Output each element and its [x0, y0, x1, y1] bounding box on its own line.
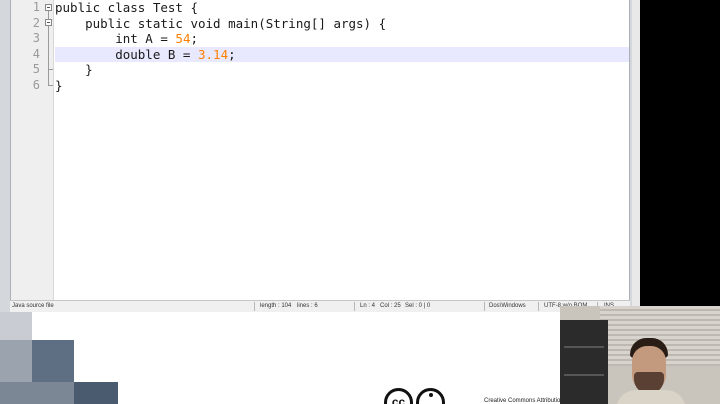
decorative-block — [74, 382, 118, 404]
number-literal: 54 — [175, 31, 191, 46]
code-line[interactable]: public static void main(String[] args) { — [55, 16, 629, 32]
status-col: Col : 25 — [380, 303, 401, 309]
decorative-block — [0, 382, 74, 404]
code-token: double B = — [55, 46, 198, 62]
code-token: } — [55, 77, 63, 93]
notepad-plus-plus-window: 1 2 3 4 5 6 public class Test { public s… — [0, 0, 632, 312]
fold-toggle-icon[interactable] — [45, 19, 52, 26]
code-line[interactable]: } — [55, 62, 629, 78]
code-token: } — [55, 62, 93, 77]
code-editor[interactable]: 1 2 3 4 5 6 public class Test { public s… — [10, 0, 630, 300]
cabinet-drawer — [564, 346, 604, 348]
fold-line — [48, 69, 49, 85]
code-line[interactable]: int A = 54; — [55, 31, 629, 47]
presenter-shirt — [616, 390, 686, 404]
webcam-overlay — [560, 306, 720, 404]
line-number: 3 — [32, 31, 40, 45]
status-ln: Ln : 4 — [360, 303, 376, 309]
number-literal: 3.14 — [198, 46, 229, 62]
license-text: Creative Commons Attribution — [484, 398, 564, 404]
fold-end-marker — [48, 85, 53, 86]
status-length: length : 104 — [260, 303, 292, 309]
code-line[interactable]: double B = 3.14; — [55, 46, 629, 62]
status-separator — [538, 302, 539, 311]
status-file-type: Java source file — [12, 303, 54, 309]
code-line[interactable]: public class Test { — [55, 0, 629, 16]
status-bar: Java source file length : 104 lines : 6 … — [10, 300, 630, 312]
cabinet-drawer — [564, 374, 604, 376]
fold-margin — [45, 0, 55, 300]
line-number: 1 — [32, 0, 40, 14]
slide-background — [0, 312, 640, 404]
line-number: 5 — [32, 62, 40, 76]
decorative-block — [32, 340, 74, 382]
line-number: 6 — [32, 77, 40, 92]
line-number: 4 — [32, 46, 40, 61]
status-sel: Sel : 0 | 0 — [405, 303, 431, 309]
decorative-block — [0, 340, 32, 382]
fold-toggle-icon[interactable] — [45, 4, 52, 11]
decorative-block — [0, 312, 32, 340]
status-lines: lines : 6 — [297, 303, 318, 309]
code-token: int A = — [55, 31, 176, 46]
lecture-slide: 1 2 3 4 5 6 public class Test { public s… — [0, 0, 640, 404]
line-number: 2 — [32, 15, 40, 30]
status-separator — [484, 302, 485, 311]
status-separator — [254, 302, 255, 311]
code-line[interactable]: } — [55, 78, 629, 94]
code-token: ; — [228, 46, 236, 62]
filing-cabinet — [560, 320, 608, 404]
code-token: public class Test { — [55, 0, 198, 15]
status-separator — [354, 302, 355, 311]
code-token: public static void main(String[] args) { — [55, 15, 387, 31]
fold-line — [48, 26, 49, 69]
code-token: ; — [190, 31, 199, 46]
status-eol: Dos\Windows — [489, 303, 526, 309]
